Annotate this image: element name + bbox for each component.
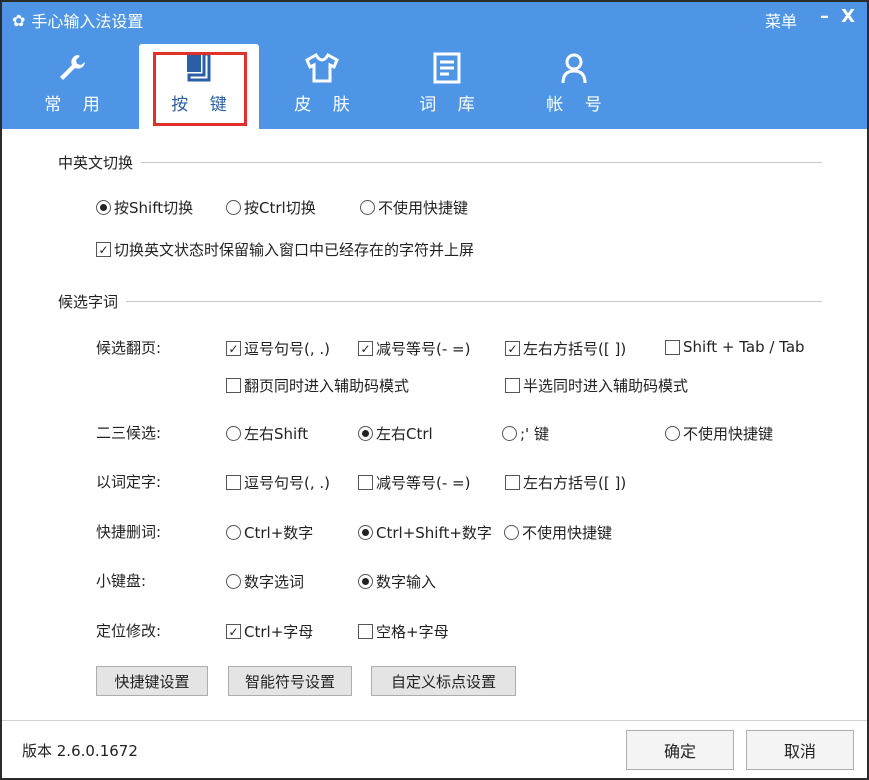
section-candidates: 候选字词	[58, 291, 822, 312]
checkbox-keep-input[interactable]: ✓ 切换英文状态时保留输入窗口中已经存在的字符并上屏	[96, 239, 474, 260]
divider	[141, 162, 822, 163]
radio-semicolon[interactable]: ;' 键	[502, 423, 549, 444]
tab-general[interactable]: 常 用	[12, 44, 132, 129]
label-word-to-char: 以词定字:	[96, 473, 162, 491]
tab-skin[interactable]: 皮 肤	[262, 44, 382, 129]
radio[interactable]	[360, 200, 375, 215]
user-icon	[514, 44, 634, 84]
label-numpad: 小键盘:	[96, 572, 147, 590]
radio-num-select[interactable]: 数字选词	[226, 571, 304, 592]
radio-none[interactable]: 不使用快捷键	[665, 423, 773, 444]
custom-punct-button[interactable]: 自定义标点设置	[371, 666, 516, 696]
tab-keys[interactable]: 按 键	[139, 44, 259, 129]
radio-no-shortcut[interactable]: 不使用快捷键	[360, 197, 468, 218]
checkbox-paging-tab[interactable]: Shift + Tab / Tab	[665, 338, 805, 356]
radio-delete-none[interactable]: 不使用快捷键	[504, 522, 612, 543]
radio-ctrl-num[interactable]: Ctrl+数字	[226, 522, 313, 543]
checkbox-wtc-bracket[interactable]: 左右方括号([ ])	[505, 472, 626, 493]
highlight-box	[153, 52, 247, 126]
hotkey-settings-button[interactable]: 快捷键设置	[96, 666, 208, 696]
label-second-third: 二三候选:	[96, 424, 162, 442]
shirt-icon	[262, 44, 382, 84]
wrench-icon	[12, 44, 132, 84]
radio[interactable]	[96, 200, 111, 215]
label-paging: 候选翻页:	[96, 339, 162, 357]
checkbox-paging-minus[interactable]: ✓ 减号等号(- =)	[358, 338, 470, 359]
radio-ctrl-shift-num[interactable]: Ctrl+Shift+数字	[358, 522, 492, 543]
smart-symbol-button[interactable]: 智能符号设置	[228, 666, 352, 696]
cancel-button[interactable]: 取消	[746, 730, 854, 770]
divider	[2, 720, 867, 721]
label-quick-delete: 快捷删词:	[96, 523, 162, 541]
radio-ctrl-switch[interactable]: 按Ctrl切换	[226, 197, 316, 218]
checkbox-half-aux[interactable]: 半选同时进入辅助码模式	[505, 375, 688, 396]
section-cn-en-switch: 中英文切换	[58, 152, 822, 173]
ok-button[interactable]: 确定	[626, 730, 734, 770]
checkbox-ctrl-letter[interactable]: ✓ Ctrl+字母	[226, 621, 313, 642]
checkbox-paging-bracket[interactable]: ✓ 左右方括号([ ])	[505, 338, 626, 359]
checkbox[interactable]: ✓	[96, 242, 111, 257]
gear-icon: ✿	[12, 10, 26, 30]
checkbox-wtc-minus[interactable]: 减号等号(- =)	[358, 472, 470, 493]
checkbox-space-letter[interactable]: 空格+字母	[358, 621, 449, 642]
label-locate: 定位修改:	[96, 622, 162, 640]
radio-lr-ctrl[interactable]: 左右Ctrl	[358, 423, 433, 444]
radio[interactable]	[226, 200, 241, 215]
radio-lr-shift[interactable]: 左右Shift	[226, 423, 308, 444]
tab-dictionary[interactable]: 词 库	[387, 44, 507, 129]
header: ✿ 手心输入法设置 菜单 – X 常 用 按 键 皮 肤 词 库 帐 号	[2, 2, 867, 129]
divider	[126, 301, 822, 302]
checkbox-paging-comma[interactable]: ✓ 逗号句号(, .)	[226, 338, 330, 359]
radio-num-input[interactable]: 数字输入	[358, 571, 436, 592]
radio-shift-switch[interactable]: 按Shift切换	[96, 197, 193, 218]
tab-account[interactable]: 帐 号	[514, 44, 634, 129]
minimize-button[interactable]: –	[820, 6, 829, 27]
menu-button[interactable]: 菜单	[765, 8, 797, 32]
version-label: 版本 2.6.0.1672	[22, 742, 138, 760]
checkbox-paging-aux[interactable]: 翻页同时进入辅助码模式	[226, 375, 409, 396]
close-button[interactable]: X	[841, 6, 855, 27]
document-icon	[387, 44, 507, 84]
checkbox-wtc-comma[interactable]: 逗号句号(, .)	[226, 472, 330, 493]
settings-window: ✿ 手心输入法设置 菜单 – X 常 用 按 键 皮 肤 词 库 帐 号 中英文…	[2, 2, 867, 778]
window-title: ✿ 手心输入法设置	[12, 10, 144, 32]
